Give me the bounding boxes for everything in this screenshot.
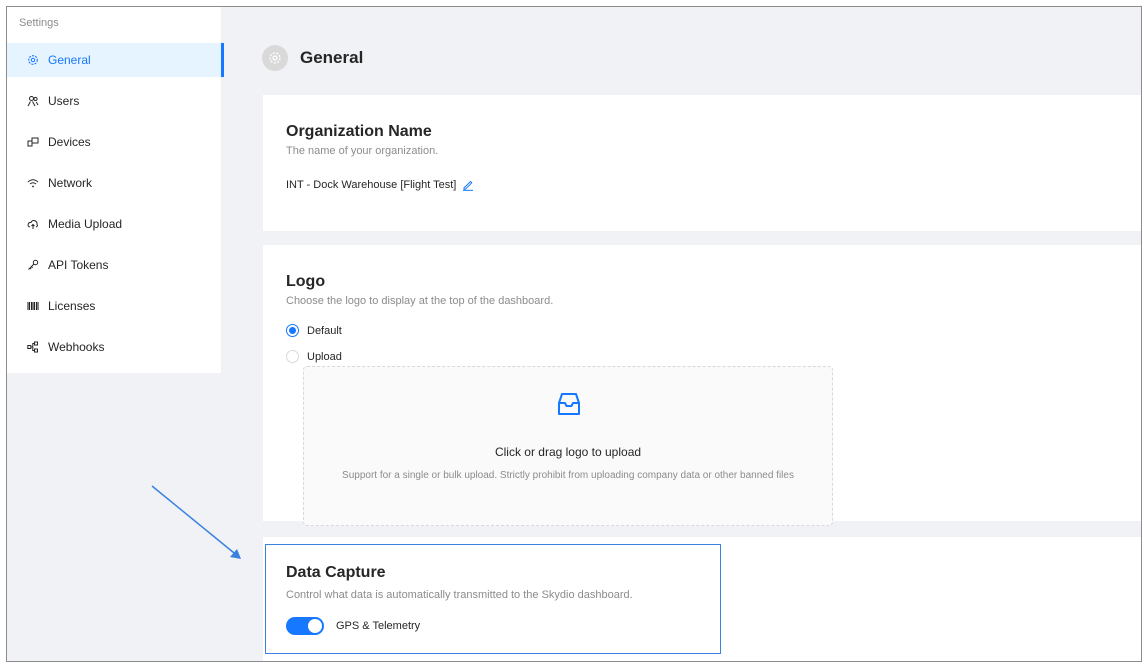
annotation-highlight-box [265, 544, 721, 654]
sidebar-title: Settings [19, 17, 59, 29]
annotation-arrow [151, 485, 241, 559]
edit-pencil-icon[interactable] [462, 179, 474, 191]
barcode-icon [27, 300, 39, 312]
dropzone-hint: Support for a single or bulk upload. Str… [342, 470, 794, 481]
sidebar-item-webhooks[interactable]: Webhooks [7, 330, 222, 364]
sidebar-item-devices[interactable]: Devices [7, 125, 222, 159]
radio-label: Upload [307, 350, 342, 363]
gear-icon [27, 54, 39, 66]
card-title: Logo [286, 273, 326, 290]
sidebar-item-label: General [48, 53, 91, 67]
dropzone-text: Click or drag logo to upload [494, 445, 642, 459]
card-description: The name of your organization. [286, 145, 439, 157]
sidebar-item-network[interactable]: Network [7, 166, 222, 200]
logo-card: Logo Choose the logo to display at the t… [263, 245, 1141, 526]
sidebar-item-label: Users [48, 94, 80, 108]
sidebar-item-label: API Tokens [48, 258, 109, 272]
sidebar-item-label: Licenses [48, 299, 96, 313]
sidebar-item-users[interactable]: Users [7, 84, 222, 118]
wifi-icon [27, 177, 39, 189]
sidebar-item-label: Devices [48, 135, 91, 149]
card-title: Organization Name [286, 123, 432, 140]
radio-button-checked[interactable] [286, 324, 299, 337]
page-title: General [300, 48, 364, 67]
gear-icon [262, 45, 288, 71]
sidebar-item-general[interactable]: General [7, 43, 224, 77]
app-window: Settings General Users Devices Network M… [6, 6, 1142, 662]
sidebar-item-licenses[interactable]: Licenses [7, 289, 222, 323]
settings-sidebar: Settings General Users Devices Network M… [7, 7, 224, 373]
users-icon [27, 95, 39, 107]
page-header: General [262, 45, 363, 71]
organization-name-card: Organization Name The name of your organ… [263, 95, 1141, 231]
sidebar-item-api-tokens[interactable]: API Tokens [7, 248, 222, 282]
devices-icon [27, 136, 39, 148]
sidebar-item-label: Webhooks [48, 340, 105, 354]
radio-label: Default [307, 324, 342, 337]
organization-name-text: INT - Dock Warehouse [Flight Test] [286, 179, 457, 191]
sidebar-item-label: Network [48, 176, 93, 190]
radio-default[interactable]: Default [286, 324, 342, 337]
inbox-icon [554, 389, 584, 419]
sidebar-item-media-upload[interactable]: Media Upload [7, 207, 222, 241]
organization-name-value: INT - Dock Warehouse [Flight Test] [286, 179, 474, 191]
radio-button[interactable] [286, 350, 299, 363]
sidebar-item-label: Media Upload [48, 217, 123, 231]
webhook-icon [27, 341, 39, 353]
radio-upload[interactable]: Upload [286, 350, 342, 363]
card-description: Choose the logo to display at the top of… [286, 295, 554, 307]
logo-upload-dropzone[interactable]: Click or drag logo to upload Support for… [303, 366, 833, 526]
key-icon [27, 259, 39, 271]
cloud-upload-icon [27, 218, 39, 230]
